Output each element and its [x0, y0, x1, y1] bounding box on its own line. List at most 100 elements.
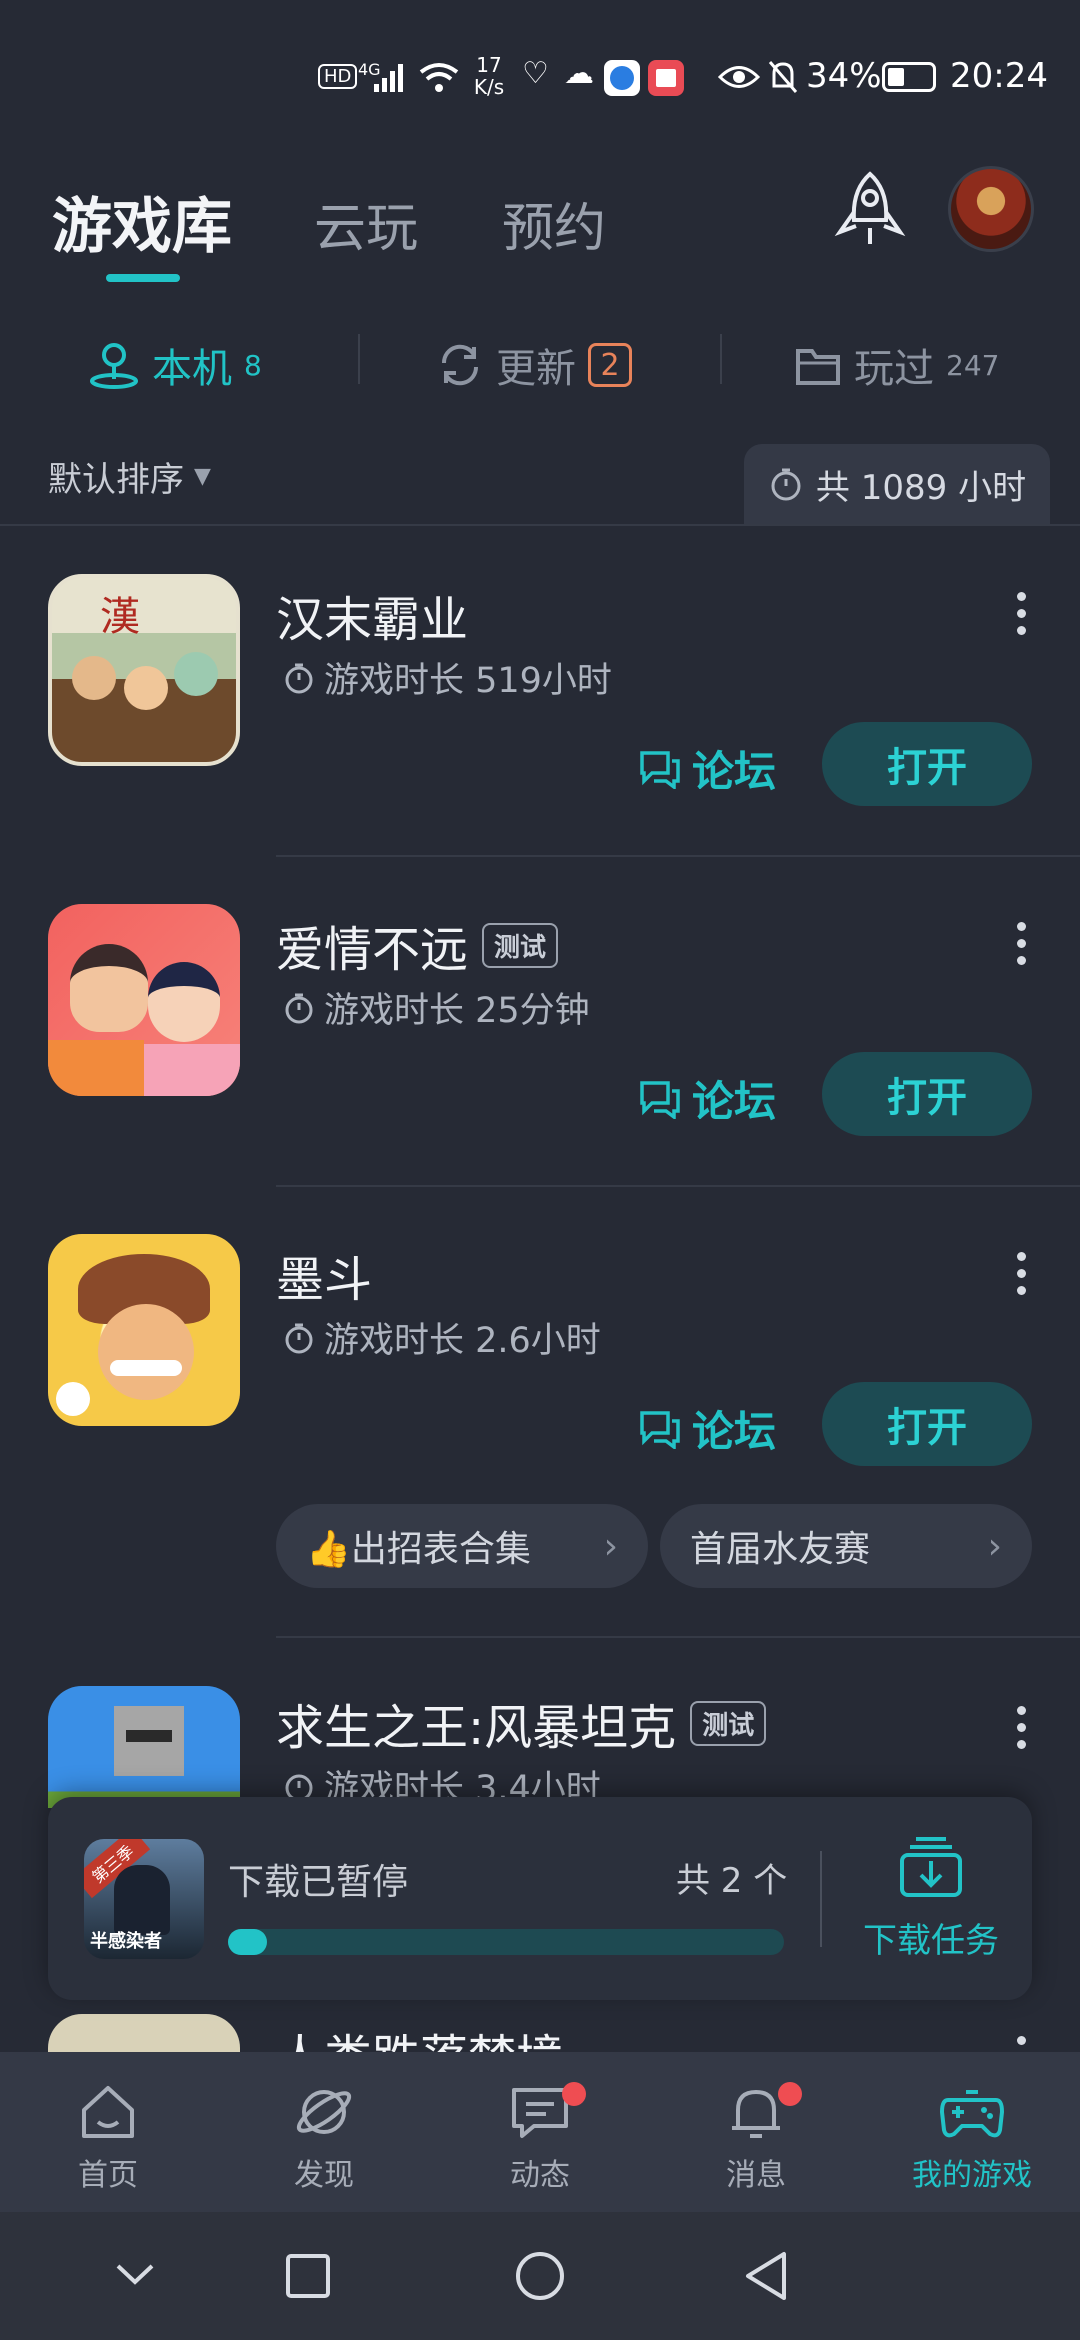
game-title-text: 求生之王:风暴坦克: [276, 1700, 677, 1756]
sort-label: 默认排序: [48, 460, 184, 500]
home-icon: [82, 2086, 134, 2138]
battery-percent: 34%: [806, 56, 882, 96]
divider: [820, 1851, 822, 1947]
game-playtime: 游戏时长 2.6小时: [282, 1312, 601, 1363]
divider: [276, 855, 1080, 857]
home-circle-icon[interactable]: [514, 2250, 566, 2302]
game-icon-human-fall[interactable]: [48, 2014, 240, 2052]
nav-home[interactable]: 首页: [0, 2082, 216, 2194]
more-options-icon[interactable]: [1015, 1706, 1027, 1749]
chevron-down-icon[interactable]: [112, 2258, 158, 2290]
guide-chip[interactable]: 👍出招表合集 ›: [276, 1504, 648, 1588]
stopwatch-icon: [285, 663, 313, 693]
download-tray-icon: [900, 1837, 962, 1897]
nav-messages[interactable]: 消息: [648, 2082, 864, 2194]
subtab-played[interactable]: 玩过 247: [794, 336, 999, 394]
mute-bell-icon: [768, 61, 798, 93]
phone-person-icon: [90, 343, 138, 389]
forum-label: 论坛: [692, 1407, 777, 1456]
forum-icon: [640, 1410, 680, 1449]
list-item: 漢 汉末霸业 游戏时长 519小时 论坛 打开: [0, 560, 1080, 856]
divider: [276, 1636, 1080, 1638]
feed-unread-dot: [562, 2082, 586, 2106]
subtab-local[interactable]: 本机 8: [88, 336, 262, 394]
list-item: 求生之王:风暴坦克 测试 游戏时长 3.4小时: [0, 1668, 1080, 1808]
open-game-button[interactable]: 打开: [822, 722, 1032, 806]
planet-icon: [296, 2090, 352, 2134]
download-status: 下载已暂停: [228, 1862, 409, 1903]
active-tab-indicator: [106, 274, 180, 282]
beta-tag: 测试: [482, 922, 559, 968]
app-notify-icon: [604, 60, 640, 96]
recents-square-icon[interactable]: [284, 2252, 332, 2300]
beta-tag: 测试: [690, 1700, 767, 1746]
back-triangle-icon[interactable]: [742, 2250, 794, 2302]
subtab-local-label: 本机: [152, 346, 232, 392]
total-hours-text: 共 1089 小时: [815, 467, 1027, 508]
open-game-button[interactable]: 打开: [822, 1052, 1032, 1136]
event-chip[interactable]: 首届水友赛 ›: [660, 1504, 1032, 1588]
wifi-icon: [419, 63, 459, 92]
stopwatch-icon: [285, 1323, 313, 1353]
chevron-right-icon: ›: [987, 1525, 1002, 1567]
game-title-text: 墨斗: [276, 1252, 373, 1308]
download-tasks-button[interactable]: 下载任务: [856, 1835, 1006, 1962]
rocket-icon[interactable]: [832, 170, 908, 250]
battery-icon: [882, 62, 936, 92]
game-icon-hanmo[interactable]: 漢: [48, 574, 240, 766]
chip-label: 首届水友赛: [690, 1529, 871, 1570]
net-speed-unit: K/s: [473, 75, 505, 99]
nav-my-games[interactable]: 我的游戏: [864, 2082, 1080, 2194]
download-count: 共 2 个: [676, 1861, 788, 1901]
update-count-badge: 2: [588, 343, 632, 387]
refresh-icon: [441, 344, 479, 386]
divider: [0, 524, 1080, 526]
nav-messages-label: 消息: [726, 2158, 786, 2193]
open-game-button[interactable]: 打开: [822, 1382, 1032, 1466]
download-progress-bar: [228, 1929, 784, 1955]
more-options-icon[interactable]: [1015, 2036, 1027, 2052]
game-icon-modou[interactable]: [48, 1234, 240, 1426]
list-item: 爱情不远 测试 游戏时长 25分钟 论坛 打开: [0, 890, 1080, 1186]
forum-button[interactable]: 论坛: [638, 1398, 776, 1459]
game-icon-tank[interactable]: [48, 1686, 240, 1808]
download-game-icon: 第三季 半感染者: [84, 1839, 204, 1959]
forum-button[interactable]: 论坛: [638, 1068, 776, 1129]
book-notify-icon: [648, 60, 684, 96]
messages-unread-dot: [778, 2082, 802, 2106]
divider: [720, 334, 722, 384]
tab-cloud-play[interactable]: 云玩: [314, 186, 418, 261]
more-options-icon[interactable]: [1015, 592, 1027, 635]
game-playtime-text: 游戏时长 25分钟: [324, 991, 590, 1031]
subtab-played-label: 玩过: [854, 346, 934, 392]
subtab-update[interactable]: 更新 2: [436, 336, 632, 394]
icon-caption-text: 半感染者: [90, 1931, 162, 1952]
game-title-text: 爱情不远: [276, 922, 469, 978]
game-icon-love[interactable]: [48, 904, 240, 1096]
total-hours-pill: 共 1089 小时: [744, 444, 1050, 524]
download-panel[interactable]: 第三季 半感染者 下载已暂停 共 2 个 下载任务: [48, 1797, 1032, 2000]
net-speed-value: 17: [476, 53, 502, 77]
sort-dropdown[interactable]: 默认排序 ▼: [48, 452, 211, 501]
tab-reservation[interactable]: 预约: [502, 186, 606, 261]
forum-icon: [640, 1080, 680, 1119]
game-title: 汉末霸业: [276, 580, 468, 650]
tab-game-library[interactable]: 游戏库: [52, 178, 232, 265]
folder-icon: [796, 349, 840, 385]
nav-discover[interactable]: 发现: [216, 2082, 432, 2194]
more-options-icon[interactable]: [1015, 922, 1027, 965]
divider: [276, 1185, 1080, 1187]
download-progress-fill: [228, 1929, 267, 1955]
gamepad-icon: [940, 2090, 1004, 2138]
more-options-icon[interactable]: [1015, 1252, 1027, 1295]
subtab-played-count: 247: [946, 348, 1000, 382]
nav-feed-label: 动态: [510, 2158, 570, 2193]
bottom-nav: 首页 发现 动态 消息 我的游戏: [0, 2052, 1080, 2212]
nav-feed[interactable]: 动态: [432, 2082, 648, 2194]
game-title: 人类跌落梦境: [276, 2018, 564, 2052]
system-nav-bar: [0, 2212, 1080, 2340]
list-item: 人类跌落梦境: [0, 2000, 1080, 2052]
forum-button[interactable]: 论坛: [638, 738, 776, 799]
chip-label: 👍出招表合集: [306, 1529, 531, 1570]
avatar[interactable]: [948, 166, 1034, 252]
